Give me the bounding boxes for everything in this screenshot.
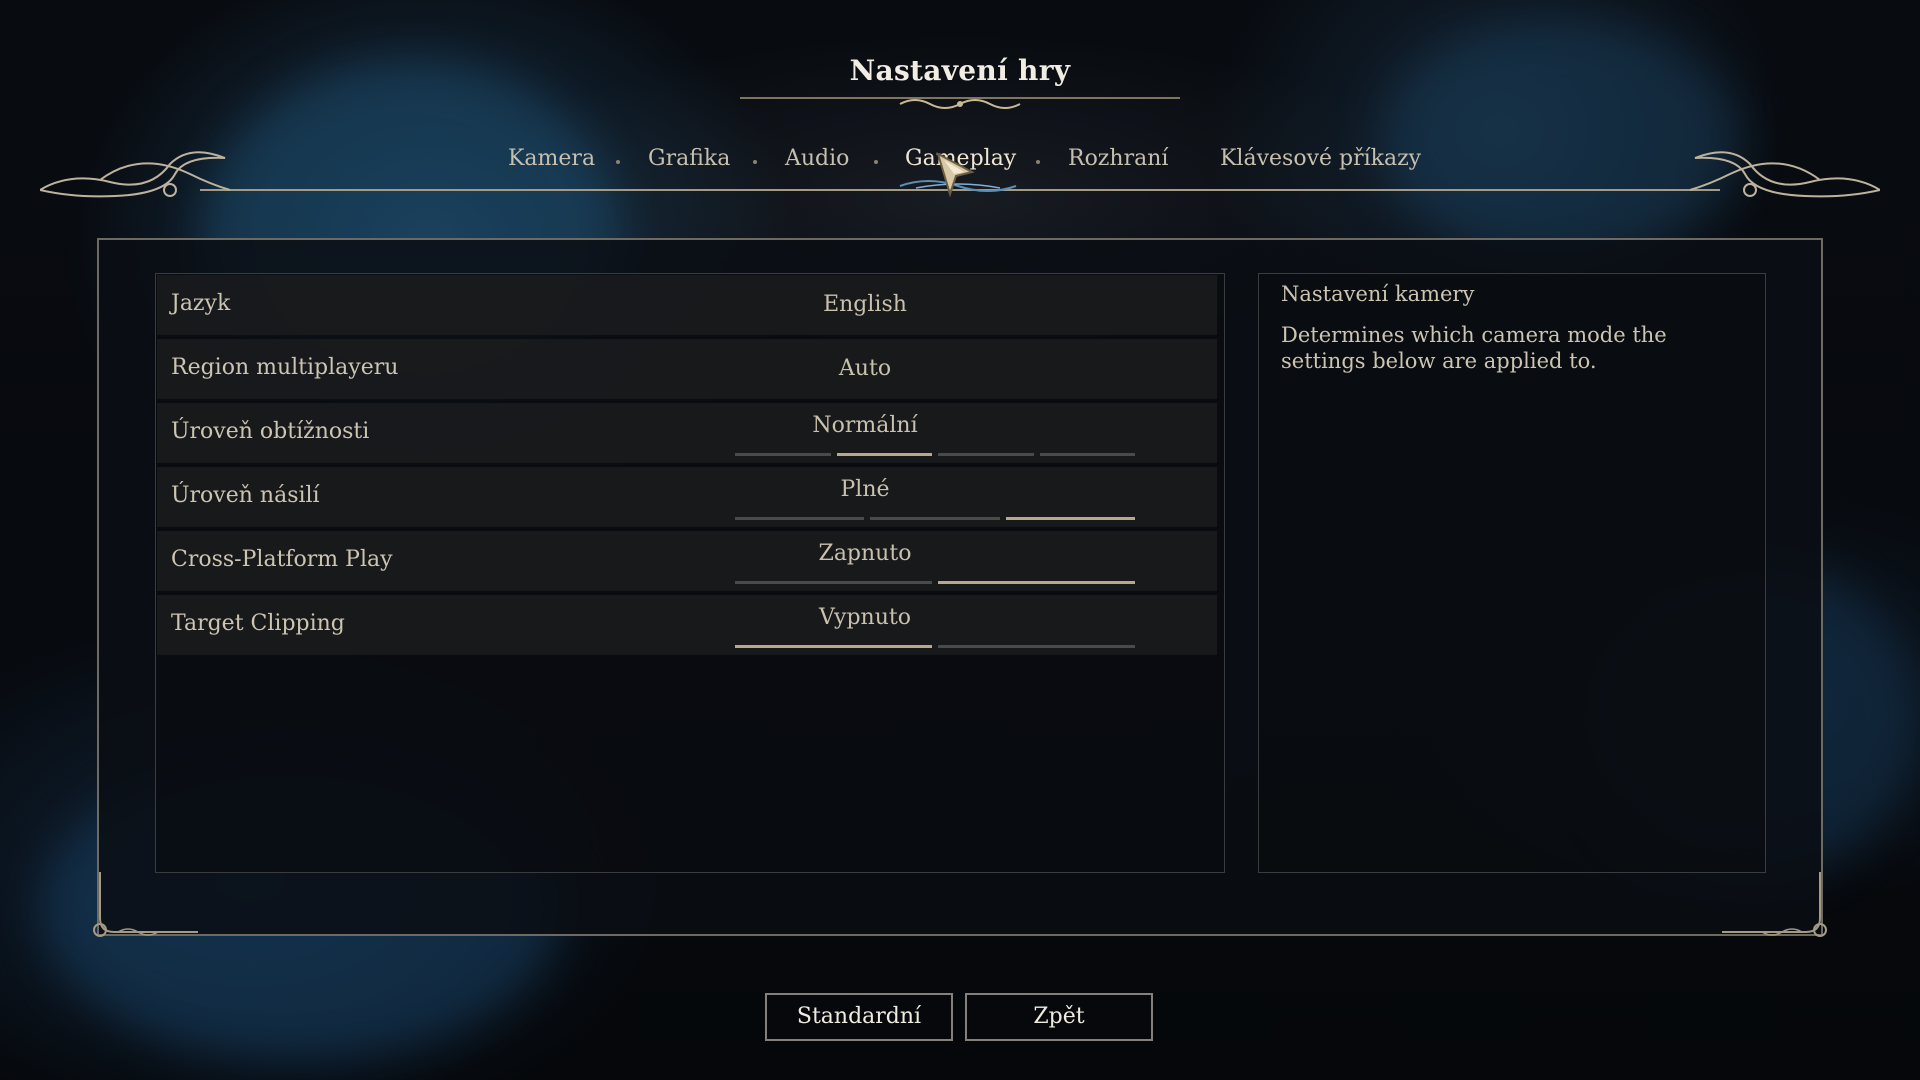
tab-audio[interactable]: Audio [785,146,849,171]
setting-label: Úroveň obtížnosti [171,419,370,444]
option-segment[interactable] [870,517,1000,520]
setting-label: Region multiplayeru [171,355,399,380]
region-select-value[interactable]: Auto [707,356,1023,381]
page-title: Nastavení hry [849,54,1071,87]
target-clipping-toggle-value[interactable]: Vypnuto [707,605,1023,630]
option-segment-selected[interactable] [735,645,932,648]
panel-corner-ornament [1722,872,1827,937]
setting-row-difficulty[interactable]: Úroveň obtížnosti Normální [157,403,1217,463]
tab-separator [753,160,757,164]
setting-row-violence[interactable]: Úroveň násilí Plné [157,467,1217,527]
tab-grafika[interactable]: Grafika [648,146,730,171]
option-segment-selected[interactable] [938,581,1135,584]
description-panel: Nastavení kamery Determines which camera… [1258,273,1766,873]
setting-row-language[interactable]: Jazyk English [157,275,1217,335]
option-segment[interactable] [735,453,831,456]
setting-row-target-clipping[interactable]: Target Clipping Vypnuto [157,595,1217,655]
violence-stepper-value[interactable]: Plné [707,477,1023,502]
tab-rozhrani[interactable]: Rozhraní [1068,146,1168,171]
option-segment-selected[interactable] [1005,517,1135,520]
tab-separator [1036,160,1040,164]
option-segment-selected[interactable] [836,453,932,456]
setting-row-crossplay[interactable]: Cross-Platform Play Zapnuto [157,531,1217,591]
default-button[interactable]: Standardní [765,993,953,1041]
tab-klavesove-prikazy[interactable]: Klávesové příkazy [1220,146,1421,171]
tab-separator [874,160,878,164]
mouse-cursor-icon [936,152,975,198]
tab-separator [616,160,620,164]
back-button[interactable]: Zpět [965,993,1153,1041]
settings-screen: Nastavení hry Kamera Grafika Audio Gamep… [0,0,1920,1080]
setting-label: Cross-Platform Play [171,547,393,572]
panel-corner-ornament [93,872,198,937]
option-segment[interactable] [1039,453,1135,456]
option-segment[interactable] [938,645,1135,648]
option-segment[interactable] [735,517,865,520]
description-text: Determines which camera mode the setting… [1281,323,1667,373]
setting-row-multiplayer-region[interactable]: Region multiplayeru Auto [157,339,1217,399]
option-segment[interactable] [735,581,932,584]
language-select-value[interactable]: English [707,292,1023,317]
setting-label: Target Clipping [171,611,345,636]
difficulty-stepper-value[interactable]: Normální [707,413,1023,438]
crossplay-toggle-value[interactable]: Zapnuto [707,541,1023,566]
option-segment[interactable] [938,453,1034,456]
setting-label: Úroveň násilí [171,483,320,508]
title-ornament [740,97,1180,109]
description-title: Nastavení kamery [1281,282,1475,306]
setting-label: Jazyk [171,291,231,316]
tab-kamera[interactable]: Kamera [508,146,595,171]
